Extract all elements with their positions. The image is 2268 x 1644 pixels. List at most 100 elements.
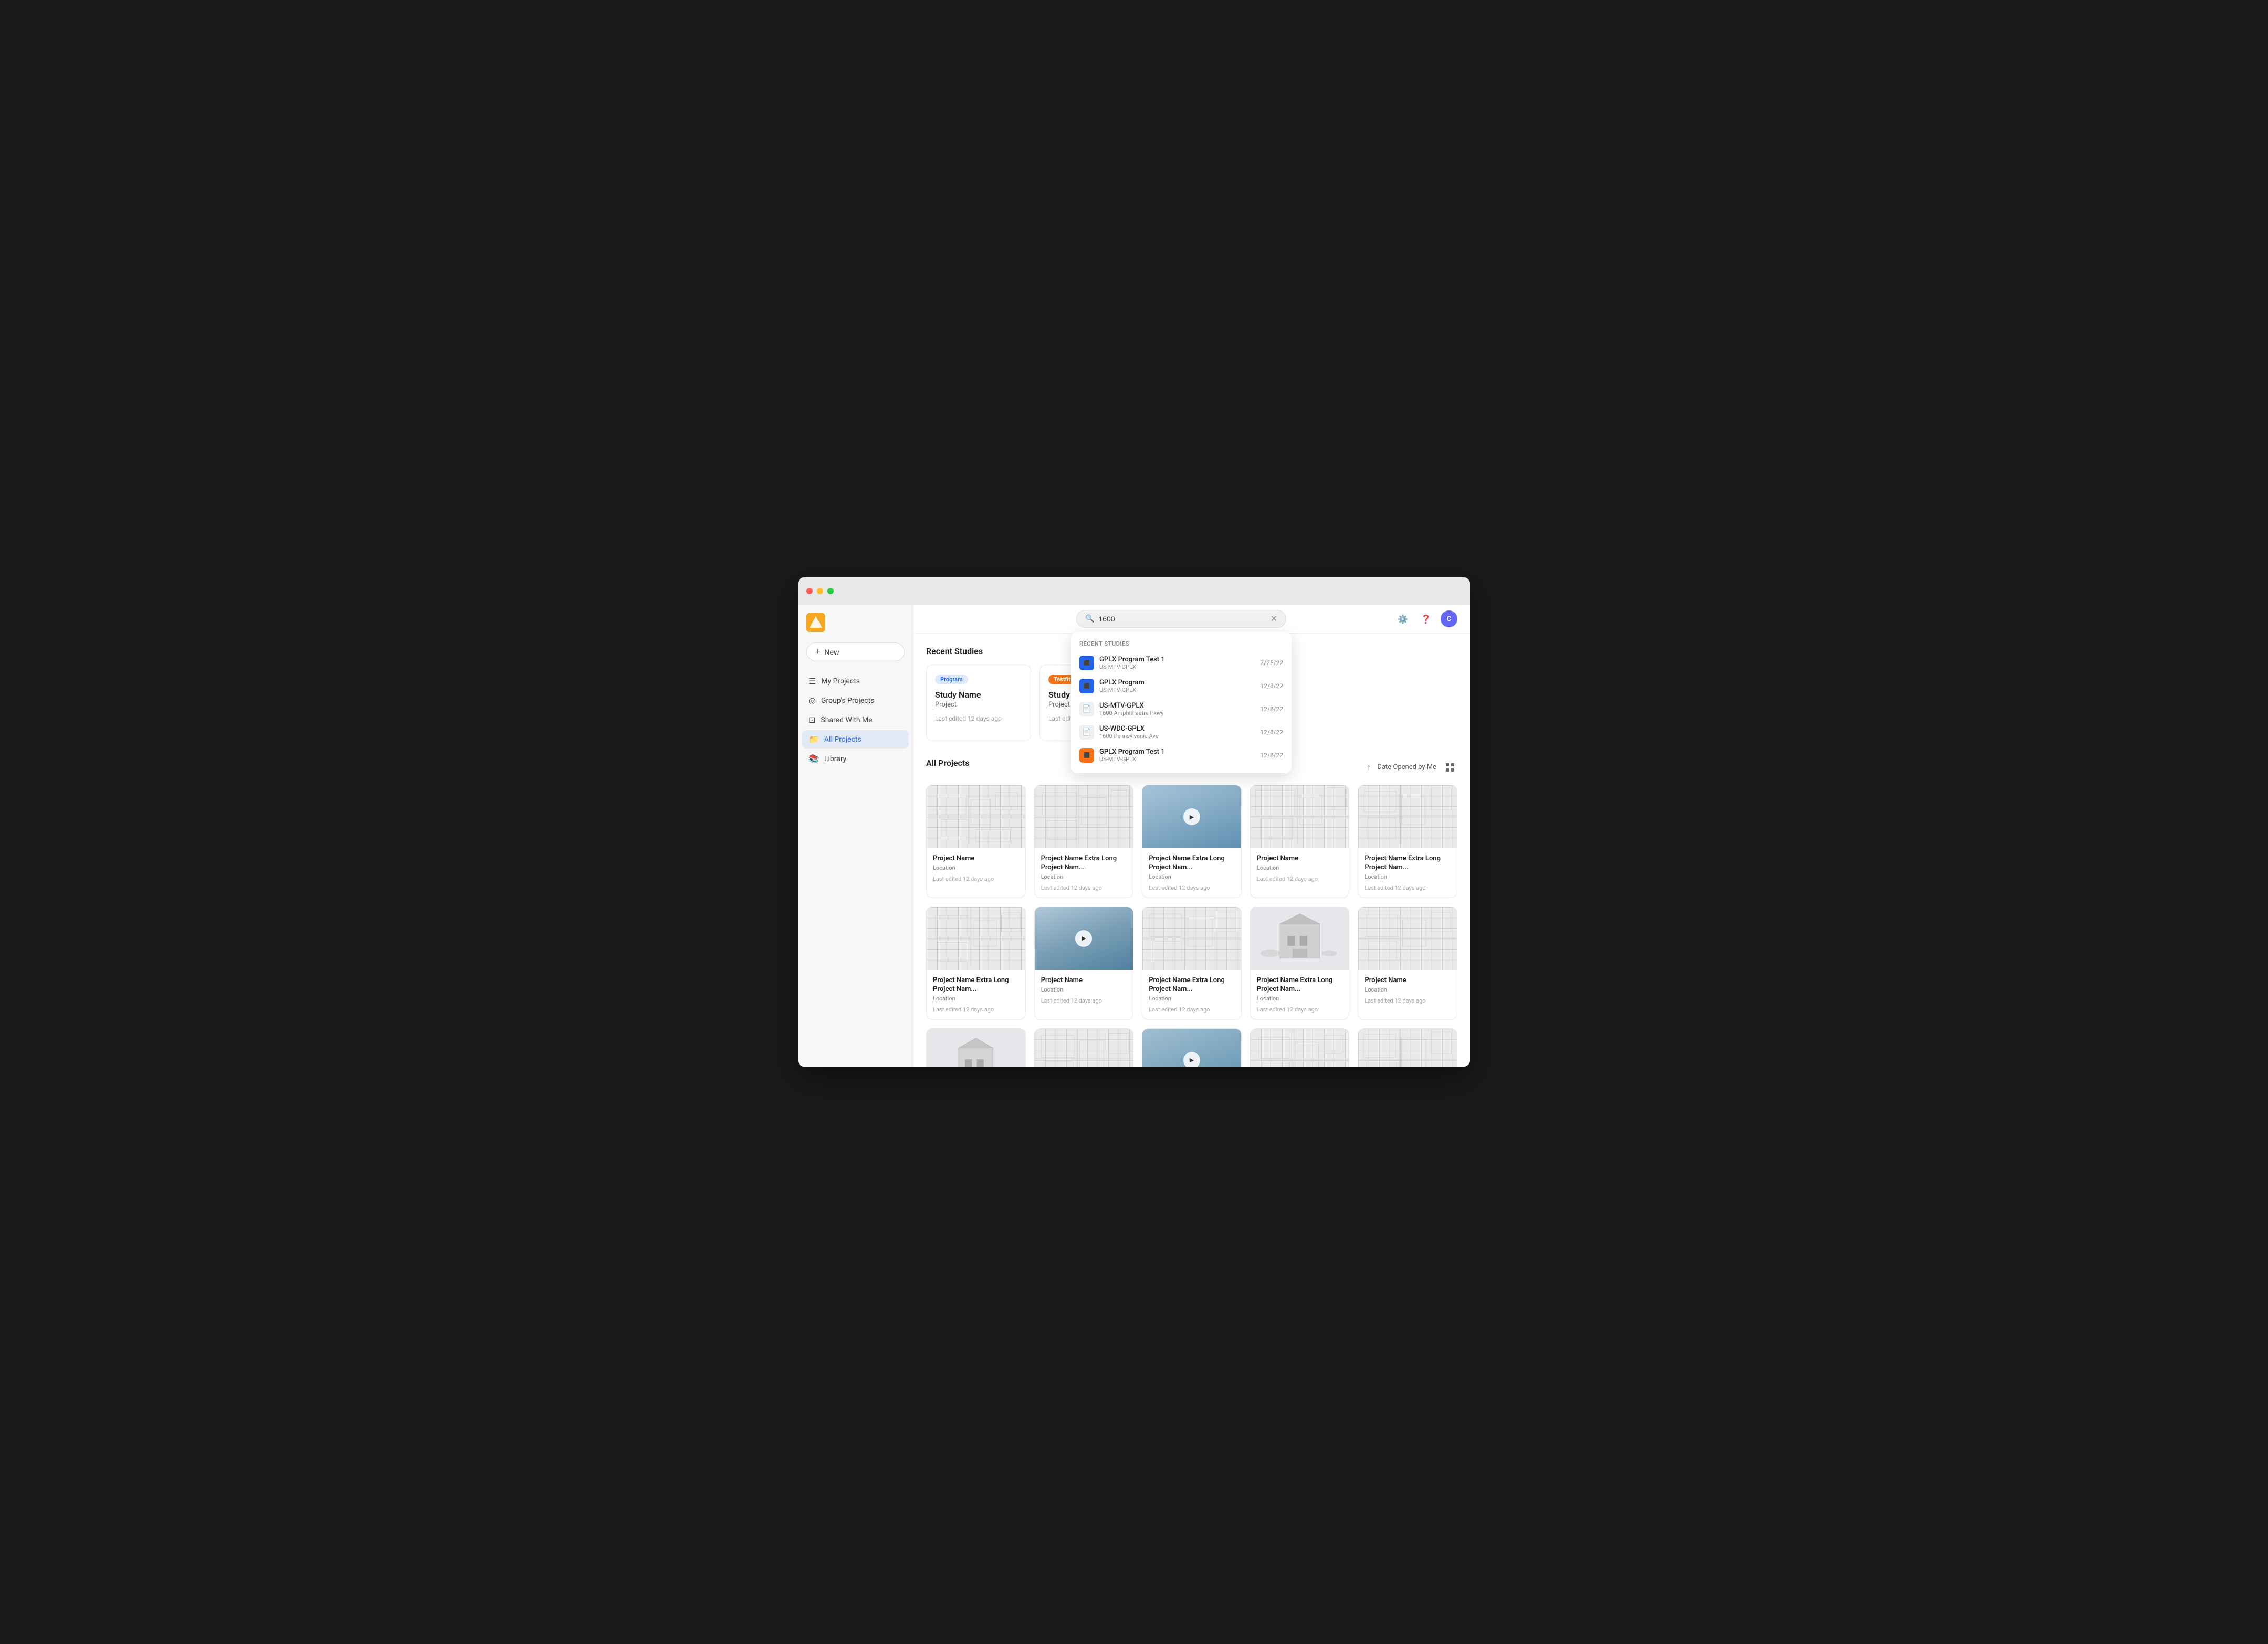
project-card-0-0[interactable]: Project Name Location Last edited 12 day… bbox=[926, 785, 1026, 898]
maximize-button[interactable] bbox=[827, 588, 834, 594]
project-card-2-0[interactable]: Project Name Location Last edited 12 day… bbox=[926, 1028, 1026, 1067]
header-actions: ⚙️ ❓ C bbox=[1394, 610, 1457, 627]
dropdown-item-name-4: GPLX Program Test 1 bbox=[1099, 748, 1255, 756]
project-thumbnail-1-2 bbox=[1142, 907, 1241, 970]
project-thumbnail-1-0 bbox=[927, 907, 1025, 970]
titlebar bbox=[798, 577, 1470, 605]
project-info-1-0: Project Name Extra Long Project Nam... L… bbox=[927, 970, 1025, 1019]
project-name-1-3: Project Name Extra Long Project Nam... bbox=[1257, 976, 1343, 994]
my-projects-icon: ☰ bbox=[808, 676, 816, 686]
project-date-0-2: Last edited 12 days ago bbox=[1149, 884, 1235, 891]
project-card-0-1[interactable]: Project Name Extra Long Project Nam... L… bbox=[1034, 785, 1134, 898]
sidebar-item-label-library: Library bbox=[824, 755, 846, 763]
project-card-1-2[interactable]: Project Name Extra Long Project Nam... L… bbox=[1142, 907, 1242, 1020]
project-card-0-4[interactable]: Project Name Extra Long Project Nam... L… bbox=[1358, 785, 1457, 898]
project-info-0-1: Project Name Extra Long Project Nam... L… bbox=[1035, 848, 1133, 898]
all-projects-title: All Projects bbox=[926, 758, 969, 768]
dropdown-item-3[interactable]: 📄 US-WDC-GPLX 1600 Pennsylvania Ave 12/8… bbox=[1071, 721, 1292, 744]
all-projects-icon: 📁 bbox=[808, 734, 819, 744]
user-avatar[interactable]: C bbox=[1441, 610, 1457, 627]
dropdown-item-name-2: US-MTV-GPLX bbox=[1099, 702, 1255, 710]
help-button[interactable]: ❓ bbox=[1418, 610, 1434, 627]
search-dropdown: Recent Studies ⬛ GPLX Program Test 1 US-… bbox=[1071, 632, 1292, 773]
project-name-0-1: Project Name Extra Long Project Nam... bbox=[1041, 855, 1127, 872]
project-info-0-4: Project Name Extra Long Project Nam... L… bbox=[1358, 848, 1457, 898]
clear-search-button[interactable]: ✕ bbox=[1270, 615, 1277, 623]
project-card-2-2[interactable]: ▶ Project Name Extra Long Project Nam...… bbox=[1142, 1028, 1242, 1067]
project-card-1-4[interactable]: Project Name Location Last edited 12 day… bbox=[1358, 907, 1457, 1020]
project-date-1-2: Last edited 12 days ago bbox=[1149, 1006, 1235, 1013]
close-button[interactable] bbox=[806, 588, 813, 594]
search-wrapper: 🔍 ✕ Recent Studies ⬛ GPLX Program Test 1… bbox=[1076, 610, 1286, 628]
project-thumbnail-1-3 bbox=[1251, 907, 1349, 970]
project-location-1-3: Location bbox=[1257, 995, 1343, 1002]
sidebar-nav: ☰ My Projects ◎ Group's Projects ⊡ Share… bbox=[798, 672, 913, 768]
project-info-1-3: Project Name Extra Long Project Nam... L… bbox=[1251, 970, 1349, 1019]
project-card-0-2[interactable]: ▶ Project Name Extra Long Project Nam...… bbox=[1142, 785, 1242, 898]
projects-grid: Project Name Location Last edited 12 day… bbox=[926, 785, 1457, 1067]
project-card-1-1[interactable]: ▶ Project Name Location Last edited 12 d… bbox=[1034, 907, 1134, 1020]
project-name-1-4: Project Name bbox=[1364, 976, 1451, 985]
sidebar-item-label-all-projects: All Projects bbox=[824, 735, 862, 744]
sort-arrow-icon[interactable]: ↑ bbox=[1367, 762, 1371, 773]
project-info-0-2: Project Name Extra Long Project Nam... L… bbox=[1142, 848, 1241, 898]
study-name-0: Study Name bbox=[935, 690, 1022, 700]
sidebar-item-library[interactable]: 📚 Library bbox=[802, 750, 909, 768]
dropdown-item-date-0: 7/25/22 bbox=[1260, 659, 1283, 667]
dropdown-item-4[interactable]: ⬛ GPLX Program Test 1 US-MTV-GPLX 12/8/2… bbox=[1071, 744, 1292, 767]
search-input[interactable] bbox=[1098, 615, 1266, 623]
project-name-0-4: Project Name Extra Long Project Nam... bbox=[1364, 855, 1451, 872]
dropdown-item-sub-0: US-MTV-GPLX bbox=[1099, 663, 1255, 670]
project-name-1-0: Project Name Extra Long Project Nam... bbox=[933, 976, 1019, 994]
project-name-0-0: Project Name bbox=[933, 855, 1019, 863]
sort-label[interactable]: Date Opened by Me bbox=[1377, 763, 1436, 771]
settings-button[interactable]: ⚙️ bbox=[1394, 610, 1411, 627]
new-button[interactable]: + New bbox=[806, 642, 905, 661]
project-card-2-4[interactable]: Project Name Extra Long Project Nam... L… bbox=[1358, 1028, 1457, 1067]
project-date-0-4: Last edited 12 days ago bbox=[1364, 884, 1451, 891]
project-name-0-3: Project Name bbox=[1257, 855, 1343, 863]
project-thumbnail-0-4 bbox=[1358, 785, 1457, 848]
project-date-1-0: Last edited 12 days ago bbox=[933, 1006, 1019, 1013]
minimize-button[interactable] bbox=[817, 588, 823, 594]
study-card-0[interactable]: Program Study Name Project Last edited 1… bbox=[926, 665, 1031, 741]
project-thumbnail-2-0 bbox=[927, 1029, 1025, 1067]
dropdown-item-icon-0: ⬛ bbox=[1079, 656, 1094, 670]
sidebar-item-shared-with-me[interactable]: ⊡ Shared With Me bbox=[802, 711, 909, 729]
project-card-2-3[interactable]: Project Name Location Last edited 12 day… bbox=[1250, 1028, 1350, 1067]
play-icon-2-2: ▶ bbox=[1183, 1052, 1200, 1067]
project-info-1-1: Project Name Location Last edited 12 day… bbox=[1035, 970, 1133, 1010]
project-info-0-3: Project Name Location Last edited 12 day… bbox=[1251, 848, 1349, 889]
sidebar-item-all-projects[interactable]: 📁 All Projects bbox=[802, 730, 909, 749]
project-card-2-1[interactable]: Project Name Extra Long Project Nam... L… bbox=[1034, 1028, 1134, 1067]
project-thumbnail-1-1: ▶ bbox=[1035, 907, 1133, 970]
dropdown-item-1[interactable]: ⬛ GPLX Program US-MTV-GPLX 12/8/22 bbox=[1071, 675, 1292, 698]
groups-icon: ◎ bbox=[808, 695, 816, 705]
sidebar-item-label-shared: Shared With Me bbox=[821, 716, 872, 724]
sidebar-item-my-projects[interactable]: ☰ My Projects bbox=[802, 672, 909, 690]
dropdown-item-sub-4: US-MTV-GPLX bbox=[1099, 756, 1255, 763]
dropdown-item-icon-2: 📄 bbox=[1079, 702, 1094, 716]
project-thumbnail-0-3 bbox=[1251, 785, 1349, 848]
project-location-1-2: Location bbox=[1149, 995, 1235, 1002]
project-info-0-0: Project Name Location Last edited 12 day… bbox=[927, 848, 1025, 889]
view-toggle-button[interactable] bbox=[1443, 760, 1457, 775]
search-input-wrap[interactable]: 🔍 ✕ bbox=[1076, 610, 1286, 628]
sidebar-item-groups-projects[interactable]: ◎ Group's Projects bbox=[802, 691, 909, 710]
project-location-0-2: Location bbox=[1149, 873, 1235, 880]
dropdown-item-0[interactable]: ⬛ GPLX Program Test 1 US-MTV-GPLX 7/25/2… bbox=[1071, 651, 1292, 675]
project-thumbnail-0-2: ▶ bbox=[1142, 785, 1241, 848]
project-name-1-1: Project Name bbox=[1041, 976, 1127, 985]
dropdown-item-info-3: US-WDC-GPLX 1600 Pennsylvania Ave bbox=[1099, 725, 1255, 740]
project-thumbnail-0-0 bbox=[927, 785, 1025, 848]
project-card-0-3[interactable]: Project Name Location Last edited 12 day… bbox=[1250, 785, 1350, 898]
project-card-1-3[interactable]: Project Name Extra Long Project Nam... L… bbox=[1250, 907, 1350, 1020]
study-date-0: Last edited 12 days ago bbox=[935, 715, 1022, 722]
dropdown-item-2[interactable]: 📄 US-MTV-GPLX 1600 Amphithaetre Pkwy 12/… bbox=[1071, 698, 1292, 721]
main-content: 🔍 ✕ Recent Studies ⬛ GPLX Program Test 1… bbox=[914, 605, 1470, 1067]
project-card-1-0[interactable]: Project Name Extra Long Project Nam... L… bbox=[926, 907, 1026, 1020]
project-thumbnail-2-3 bbox=[1251, 1029, 1349, 1067]
project-location-0-0: Location bbox=[933, 865, 1019, 871]
dropdown-item-info-0: GPLX Program Test 1 US-MTV-GPLX bbox=[1099, 656, 1255, 670]
project-thumbnail-1-4 bbox=[1358, 907, 1457, 970]
